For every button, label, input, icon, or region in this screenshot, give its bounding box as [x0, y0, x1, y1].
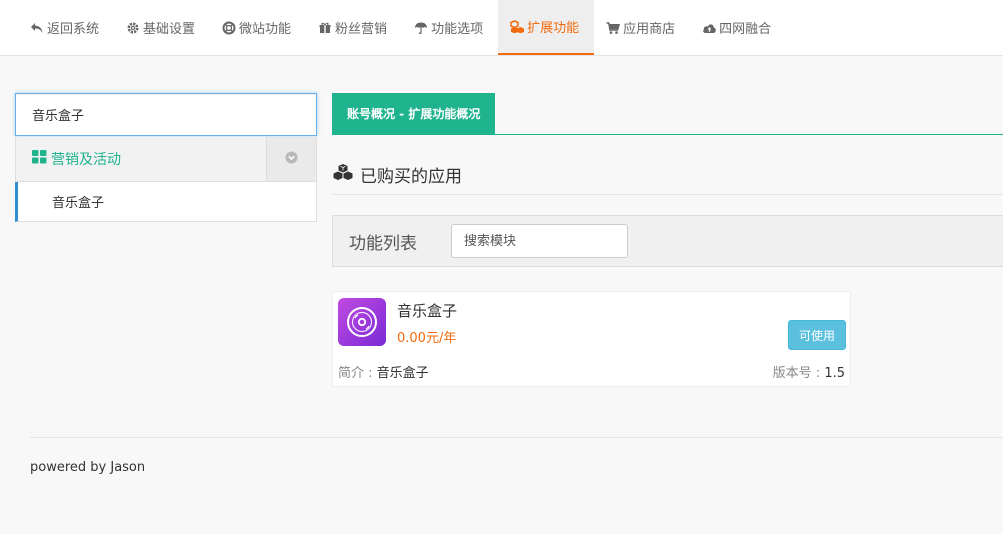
- nav-item-function-options[interactable]: 功能选项: [402, 0, 498, 55]
- nav-item-back[interactable]: 返回系统: [18, 0, 114, 55]
- app-description: 简介 : 音乐盒子: [338, 362, 429, 381]
- app-version-value: 1.5: [824, 366, 845, 381]
- app-description-value: 音乐盒子: [376, 366, 429, 381]
- tab-bar: 账号概况 - 扩展功能概况: [332, 93, 1003, 135]
- sidebar-search-input[interactable]: [15, 93, 317, 136]
- nav-item-label: 微站功能: [239, 22, 292, 37]
- filter-label: 功能列表: [349, 233, 417, 254]
- music-disc-icon: [338, 298, 386, 346]
- section-title: 已购买的应用: [332, 162, 462, 187]
- nav-item-label: 返回系统: [47, 22, 100, 37]
- nav-item-four-network[interactable]: 四网融合: [690, 0, 786, 55]
- nav-item-microsite[interactable]: 微站功能: [210, 0, 306, 55]
- nav-item-basic-settings[interactable]: 基础设置: [114, 0, 210, 55]
- cubes-icon: [510, 19, 525, 34]
- sidebar-item-music-box[interactable]: 音乐盒子: [15, 182, 317, 222]
- gear-icon: [126, 21, 140, 35]
- chevron-down-circle-icon: [285, 151, 298, 168]
- section-title-text: 已购买的应用: [360, 167, 462, 187]
- app-price: 0.00元/年: [397, 331, 457, 346]
- sidebar-category-marketing[interactable]: 营销及活动: [15, 137, 317, 182]
- nav-item-label: 基础设置: [143, 22, 196, 37]
- nav-item-extensions[interactable]: 扩展功能: [498, 0, 595, 55]
- top-nav: 返回系统 基础设置 微站功能 粉丝营销 功能选项 扩展功能 应用商店 四网融合: [0, 0, 1003, 56]
- lifebuoy-icon: [222, 21, 236, 35]
- app-version-label: 版本号 :: [772, 366, 825, 381]
- filter-panel: 功能列表: [332, 215, 1003, 267]
- footer-divider: [30, 437, 1003, 438]
- nav-item-label: 粉丝营销: [335, 22, 388, 37]
- divider: [332, 194, 1003, 195]
- sidebar-item-label: 音乐盒子: [52, 196, 105, 211]
- nav-item-fans-marketing[interactable]: 粉丝营销: [306, 0, 402, 55]
- module-search-input[interactable]: [451, 224, 628, 258]
- nav-item-label: 功能选项: [431, 22, 484, 37]
- reply-icon: [30, 21, 44, 35]
- gift-icon: [318, 21, 332, 35]
- nav-item-app-store[interactable]: 应用商店: [594, 0, 690, 55]
- app-version: 版本号 : 1.5: [773, 362, 845, 381]
- sidebar-category-toggle[interactable]: [266, 137, 316, 181]
- cubes-icon: [332, 163, 354, 186]
- app-use-button[interactable]: 可使用: [788, 320, 846, 350]
- app-card: 音乐盒子 0.00元/年 可使用 简介 : 音乐盒子 版本号 : 1.5: [332, 291, 851, 387]
- cart-icon: [606, 21, 621, 35]
- nav-item-label: 扩展功能: [527, 21, 580, 36]
- app-name: 音乐盒子: [397, 302, 458, 320]
- umbrella-icon: [414, 21, 428, 35]
- nav-item-label: 四网融合: [719, 22, 772, 37]
- grid-icon: [32, 150, 47, 168]
- footer-powered-by: powered by Jason: [30, 460, 146, 475]
- cloud-upload-icon: [702, 21, 716, 35]
- sidebar-category-label: 营销及活动: [51, 152, 121, 168]
- tab-account-overview[interactable]: 账号概况 - 扩展功能概况: [332, 93, 496, 134]
- nav-item-label: 应用商店: [623, 22, 676, 37]
- app-description-label: 简介 :: [338, 366, 377, 381]
